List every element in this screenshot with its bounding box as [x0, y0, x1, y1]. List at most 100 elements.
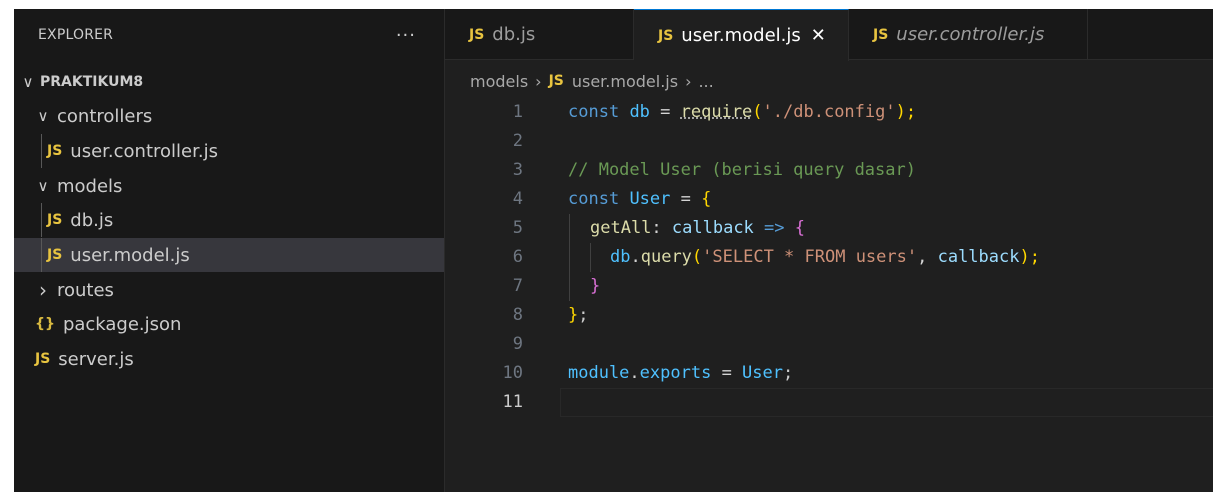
token-dot: . [630, 247, 641, 267]
tree-file-label: db.js [70, 209, 114, 231]
breadcrumb-file[interactable]: user.model.js [572, 72, 678, 91]
tree-file-server[interactable]: JS server.js [14, 342, 444, 376]
line-number: 3 [512, 160, 523, 180]
indent-guide [41, 134, 42, 168]
token-operator: = [711, 363, 743, 383]
tab-user-model-js[interactable]: JS user.model.js ✕ [634, 9, 849, 61]
token-brace: } [590, 276, 601, 296]
code-line: 8 }; [445, 301, 1213, 330]
tree-folder-controllers[interactable]: ∨ controllers [14, 99, 444, 133]
token-paren: ); [895, 102, 917, 122]
tree-folder-models[interactable]: ∨ models [14, 169, 444, 203]
line-number: 6 [512, 247, 523, 267]
tree-root-praktikum8[interactable]: ∨ PRAKTIKUM8 [14, 65, 444, 99]
code-line: 4 const User = { [445, 185, 1213, 214]
code-line: 5 getAll: callback => { [445, 214, 1213, 243]
token-paren: ); [1019, 247, 1040, 267]
token-parameter: callback [937, 247, 1020, 267]
js-file-icon: JS [548, 73, 564, 89]
tree-folder-routes[interactable]: › routes [14, 273, 444, 307]
token-string: 'SELECT * FROM users' [702, 247, 918, 267]
breadcrumb-symbols[interactable]: ... [698, 72, 713, 91]
indent-guide [569, 272, 570, 301]
token-brace: } [568, 305, 579, 325]
token-variable: db [610, 247, 631, 267]
code-line: 1 const db = require('./db.config'); [445, 98, 1213, 127]
js-file-icon: JS [35, 351, 51, 367]
tree-file-package-json[interactable]: {} package.json [14, 307, 444, 341]
token-variable: User [742, 363, 783, 383]
tree-file-user-model[interactable]: JS user.model.js [14, 238, 444, 272]
token-function: getAll [590, 218, 652, 238]
json-file-icon: {} [35, 316, 55, 332]
token-dot: . [629, 363, 640, 383]
js-file-icon: JS [469, 26, 485, 43]
token-parameter: callback [671, 218, 754, 238]
vscode-window: EXPLORER ··· ∨ PRAKTIKUM8 ∨ controllers … [14, 9, 1213, 492]
chevron-right-icon: › [535, 71, 542, 91]
tab-bar: JS db.js JS user.model.js ✕ JS user.cont… [445, 9, 1213, 61]
js-file-icon: JS [47, 143, 63, 159]
chevron-down-icon: ∨ [37, 107, 49, 125]
tree-file-label: package.json [62, 313, 182, 335]
indent-guide [41, 203, 42, 237]
indent-guide [41, 238, 42, 272]
editor-pane: JS db.js JS user.model.js ✕ JS user.cont… [445, 9, 1213, 492]
chevron-down-icon: ∨ [22, 73, 34, 91]
token-operator: = [670, 189, 702, 209]
code-line: 7 } [445, 272, 1213, 301]
js-file-icon: JS [658, 27, 674, 44]
js-file-icon: JS [47, 247, 63, 263]
tree-root-label: PRAKTIKUM8 [40, 74, 144, 90]
js-file-icon: JS [47, 212, 63, 228]
code-text: }; [568, 301, 589, 330]
tree-file-label: user.controller.js [70, 140, 218, 162]
code-text: db.query('SELECT * FROM users', callback… [610, 243, 1040, 272]
indent-guide [590, 243, 591, 272]
code-line: 2 [445, 127, 1213, 156]
tab-label: user.model.js [681, 25, 801, 46]
tree-file-label: user.model.js [70, 244, 190, 266]
token-comma: , [917, 247, 938, 267]
indent-guide [569, 214, 570, 243]
token-semicolon: ; [578, 305, 589, 325]
chevron-down-icon: ∨ [37, 177, 49, 195]
token-keyword: const [568, 189, 620, 209]
line-number: 7 [512, 276, 523, 296]
indent-guide [569, 243, 570, 272]
tree-file-db[interactable]: JS db.js [14, 203, 444, 237]
more-actions-icon[interactable]: ··· [396, 25, 416, 46]
explorer-title: EXPLORER [38, 27, 114, 43]
token-property: exports [639, 363, 712, 383]
code-line-current: 11 [445, 388, 1213, 417]
explorer-header: EXPLORER ··· [14, 9, 444, 61]
code-text: const db = require('./db.config'); [568, 98, 916, 127]
line-number: 2 [512, 131, 523, 151]
close-icon[interactable]: ✕ [811, 25, 826, 46]
line-number: 11 [502, 392, 523, 412]
code-line: 10 module.exports = User; [445, 359, 1213, 388]
token-function: require [680, 102, 753, 122]
token-paren: ( [752, 102, 763, 122]
tree-file-user-controller[interactable]: JS user.controller.js [14, 134, 444, 168]
line-number: 4 [512, 189, 523, 209]
line-number: 5 [512, 218, 523, 238]
line-number: 10 [502, 363, 523, 383]
tab-user-controller-js[interactable]: JS user.controller.js [849, 9, 1088, 60]
line-number: 8 [512, 305, 523, 325]
tree-folder-label: routes [57, 279, 114, 301]
code-text: module.exports = User; [568, 359, 793, 388]
token-paren: ( [691, 247, 703, 267]
token-operator: : [651, 218, 672, 238]
token-brace: { [794, 218, 805, 238]
tree-folder-label: models [57, 175, 123, 197]
breadcrumb-folder[interactable]: models [470, 72, 528, 91]
code-line: 6 db.query('SELECT * FROM users', callba… [445, 243, 1213, 272]
token-operator: = [649, 102, 681, 122]
tab-db-js[interactable]: JS db.js [445, 9, 634, 60]
token-keyword: const [568, 102, 620, 122]
code-text: getAll: callback => { [590, 214, 805, 243]
token-variable: db [629, 102, 650, 122]
explorer-sidebar: EXPLORER ··· ∨ PRAKTIKUM8 ∨ controllers … [14, 9, 445, 492]
line-number: 9 [512, 334, 523, 354]
